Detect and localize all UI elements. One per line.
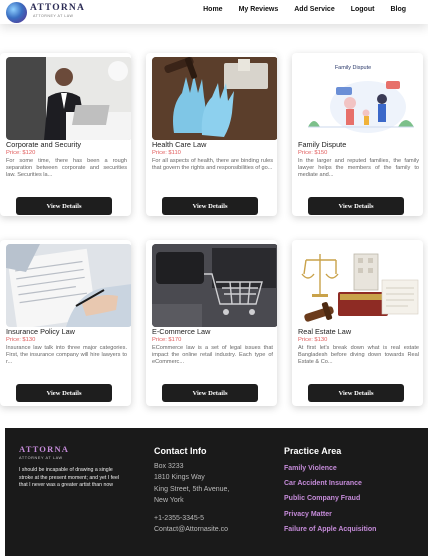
service-title: Family Dispute [298,140,347,149]
footer-quote: I should be incapable of drawing a singl… [19,467,120,489]
view-details-button[interactable]: View Details [162,384,258,402]
service-description: Insurance law talk into three major cate… [6,345,127,366]
service-price: Price: $130 [6,337,36,343]
contact-phone[interactable]: +1-2355-3345-5 [154,513,229,524]
service-description: For some time, there has been a rough se… [6,158,127,179]
service-price: Price: $120 [6,150,36,156]
contact-info: Box 3233 1810 Kings Way King Street, 5th… [154,461,229,535]
brand-tagline: ATTORNEY AT LAW [33,14,74,18]
nav-blog[interactable]: Blog [390,6,406,13]
contact-line: King Street, 5th Avenue, [154,485,230,493]
brand-name[interactable]: ATTORNA [30,3,85,13]
service-title: Insurance Policy Law [6,327,75,336]
service-description: At first let's break down what is real e… [298,345,419,366]
view-details-button[interactable]: View Details [16,384,112,402]
nav-my-reviews[interactable]: My Reviews [239,6,279,13]
service-card: Family Dispute Family Dispute Price: $15… [292,53,423,216]
service-image-businessman [6,57,131,140]
service-price: Price: $130 [298,337,328,343]
view-details-button[interactable]: View Details [162,197,258,215]
service-image-gloves-gavel [152,57,277,140]
site-header: ATTORNA ATTORNEY AT LAW Home My Reviews … [0,0,428,24]
logo-icon[interactable] [6,2,27,23]
contact-email[interactable]: Contact@Attornasite.co [154,524,229,535]
practice-link-public-fraud[interactable]: Public Company Fraud [284,491,376,506]
service-image-family-dispute: Family Dispute [298,57,423,140]
site-footer: ATTORNA ATTORNEY AT LAW I should be inca… [5,428,428,556]
service-price: Price: $110 [152,150,181,156]
practice-link-apple-acquisition[interactable]: Failure of Apple Acquisition [284,522,376,537]
practice-link-privacy[interactable]: Privacy Matter [284,507,376,522]
practice-link-car-accident[interactable]: Car Accident Insurance [284,476,376,491]
family-dispute-caption: Family Dispute [335,65,371,71]
service-description: In the larger and reputed families, the … [298,158,419,179]
nav-logout[interactable]: Logout [351,6,375,13]
nav-add-service[interactable]: Add Service [294,6,334,13]
contact-heading: Contact Info [154,446,207,456]
service-price: Price: $150 [298,150,328,156]
contact-line: 1810 Kings Way [154,474,205,482]
view-details-button[interactable]: View Details [308,384,404,402]
service-title: E-Commerce Law [152,327,211,336]
service-card: E-Commerce Law Price: $170 ECommerce law… [146,240,277,406]
service-image-signing-document [6,244,131,327]
footer-logo[interactable]: ATTORNA [19,444,69,454]
nav-home[interactable]: Home [203,6,222,13]
footer-tagline: ATTORNEY AT LAW [19,456,63,460]
practice-links: Family Violence Car Accident Insurance P… [284,461,376,537]
service-card: Corporate and Security Price: $120 For s… [0,53,131,216]
service-description: ECommerce law is a set of legal issues t… [152,345,273,366]
service-card: Health Care Law Price: $110 For all aspe… [146,53,277,216]
service-title: Health Care Law [152,140,207,149]
service-price: Price: $170 [152,337,182,343]
contact-line: New York [154,497,184,505]
service-card: Insurance Policy Law Price: $130 Insuran… [0,240,131,406]
service-title: Real Estate Law [298,327,352,336]
service-card: Real Estate Law Price: $130 At first let… [292,240,423,406]
service-image-cart-laptop [152,244,277,327]
practice-link-family-violence[interactable]: Family Violence [284,461,376,476]
service-image-scales-gavel [298,244,423,327]
service-title: Corporate and Security [6,140,82,149]
view-details-button[interactable]: View Details [16,197,112,215]
view-details-button[interactable]: View Details [308,197,404,215]
practice-heading: Practice Area [284,446,342,456]
contact-line: Box 3233 [154,463,184,470]
service-description: For all aspects of health, there are bin… [152,158,273,172]
main-nav: Home My Reviews Add Service Logout Blog [187,6,406,13]
